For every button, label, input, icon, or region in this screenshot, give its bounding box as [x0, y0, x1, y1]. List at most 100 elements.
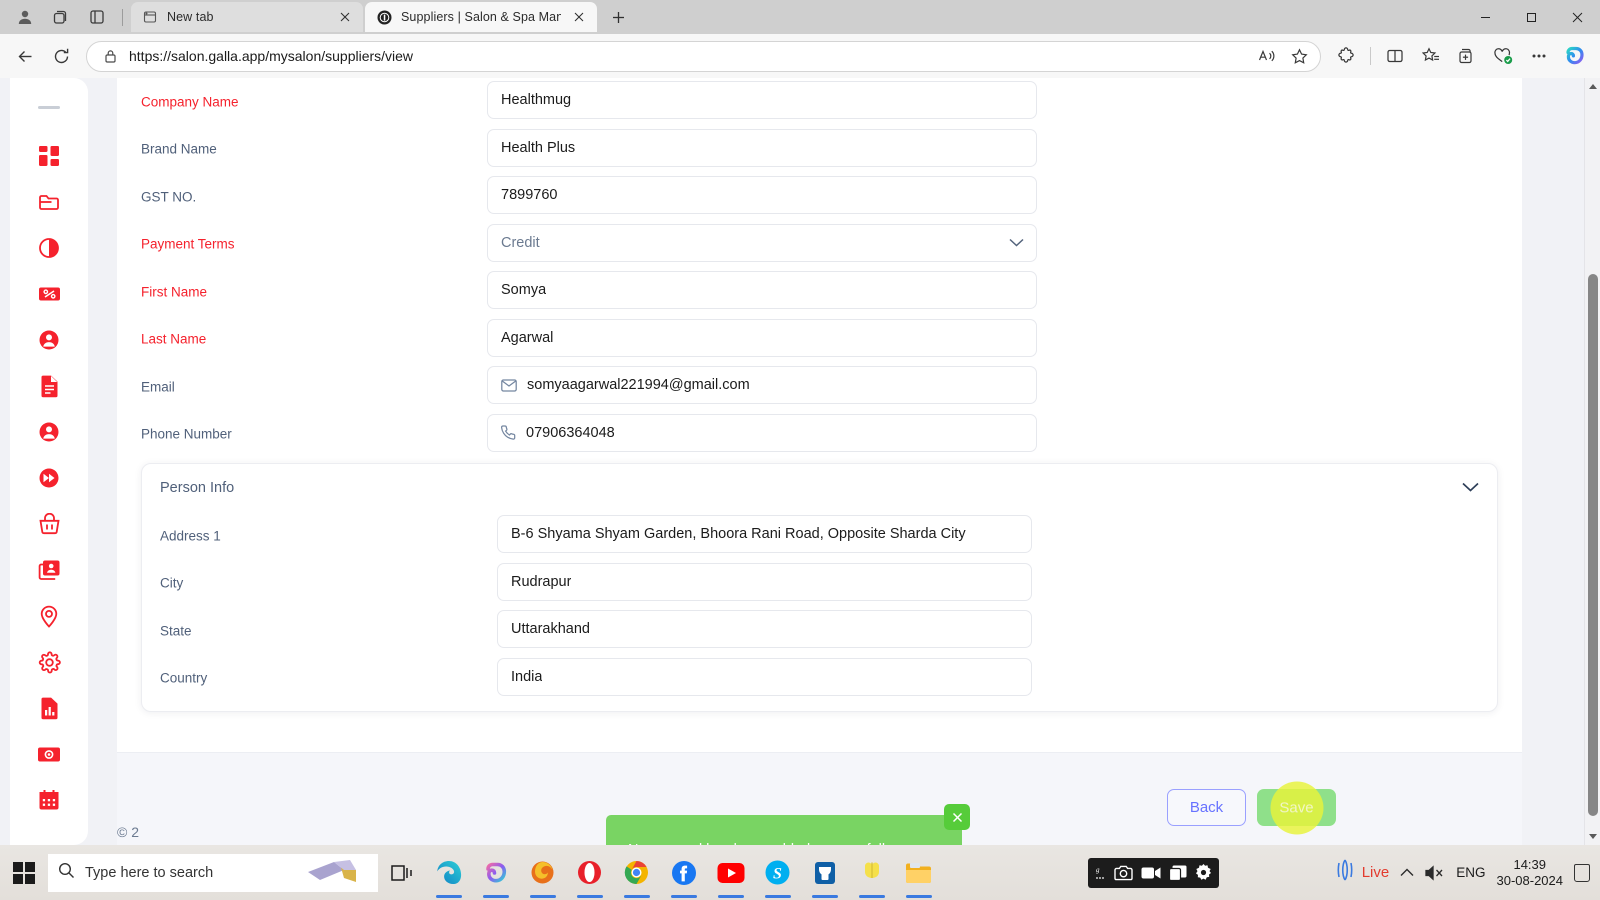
start-button[interactable]: [0, 845, 48, 900]
taskbar-app-opera[interactable]: [566, 845, 613, 900]
split-screen-icon[interactable]: [1378, 39, 1412, 73]
first-name-input[interactable]: Somya: [487, 271, 1037, 309]
volume-muted-icon[interactable]: [1425, 864, 1445, 881]
add-collection-icon[interactable]: [1450, 39, 1484, 73]
browser-tab-newtab[interactable]: New tab: [131, 2, 363, 32]
sidebar-item-fast-forward[interactable]: [26, 455, 72, 501]
profile-icon[interactable]: [8, 2, 42, 32]
sidebar-item-document[interactable]: [26, 363, 72, 409]
brand-name-input[interactable]: Health Plus: [487, 128, 1037, 167]
company-name-input[interactable]: Healthmug: [487, 81, 1037, 119]
toolbar-divider: [1370, 47, 1371, 65]
clock-time: 14:39: [1513, 856, 1547, 872]
windows-taskbar: Type here to search S g Live ENG 14:39 3…: [0, 845, 1600, 900]
folder-icon: [38, 191, 61, 214]
scrollbar-thumb[interactable]: [1588, 274, 1598, 816]
more-settings-icon[interactable]: [1522, 39, 1556, 73]
email-input[interactable]: somyaagarwal221994@gmail.com: [487, 366, 1037, 404]
sidebar-item-cash[interactable]: [26, 731, 72, 777]
sidebar-item-location[interactable]: [26, 593, 72, 639]
field-label: Country: [160, 670, 208, 686]
show-hidden-icons-chevron-icon[interactable]: [1400, 868, 1414, 877]
browser-essentials-icon[interactable]: [1486, 39, 1520, 73]
sidebar-item-basket[interactable]: [26, 501, 72, 547]
country-input[interactable]: India: [497, 657, 1032, 696]
taskbar-app-microsoft-store[interactable]: [801, 845, 848, 900]
taskbar-app-copilot[interactable]: [472, 845, 519, 900]
taskbar-app-youtube[interactable]: [707, 845, 754, 900]
save-button-wrapper: Save Save: [1257, 781, 1336, 834]
input-language-indicator[interactable]: ENG: [1456, 865, 1485, 880]
browser-tab-suppliers[interactable]: Suppliers | Salon & Spa Managem: [365, 2, 597, 32]
chevron-down-icon[interactable]: [1462, 479, 1479, 497]
person-info-header[interactable]: Person Info: [142, 464, 1497, 512]
state-input[interactable]: Uttarakhand: [497, 610, 1032, 648]
task-view-icon[interactable]: [378, 845, 425, 900]
recorder-settings-icon[interactable]: [1195, 864, 1212, 881]
workspaces-icon[interactable]: [44, 2, 78, 32]
minimize-button[interactable]: [1462, 0, 1508, 34]
city-input[interactable]: Rudrapur: [497, 562, 1032, 601]
gst-no-input[interactable]: 7899760: [487, 176, 1037, 214]
sidebar-item-account[interactable]: [26, 409, 72, 455]
scroll-down-arrow-icon[interactable]: [1585, 828, 1600, 845]
taskbar-app-file-explorer[interactable]: [895, 845, 942, 900]
favorite-star-icon[interactable]: [1284, 43, 1314, 70]
tab-actions-icon[interactable]: [80, 2, 114, 32]
url-text: https://salon.galla.app/mysalon/supplier…: [129, 48, 414, 64]
taskbar-app-chrome[interactable]: [613, 845, 660, 900]
maximize-button[interactable]: [1508, 0, 1554, 34]
last-name-input[interactable]: Agarwal: [487, 318, 1037, 357]
reload-button[interactable]: [44, 39, 78, 73]
close-window-button[interactable]: [1554, 0, 1600, 34]
sidebar-item-id-card[interactable]: [26, 547, 72, 593]
address-bar[interactable]: https://salon.galla.app/mysalon/supplier…: [86, 40, 1321, 72]
page-scrollbar[interactable]: [1584, 78, 1600, 845]
taskbar-app-facebook[interactable]: [660, 845, 707, 900]
sidebar-item-settings[interactable]: [26, 639, 72, 685]
app-active-underline: [529, 895, 556, 898]
sidebar-item-reports[interactable]: [26, 685, 72, 731]
extensions-icon[interactable]: [1329, 39, 1363, 73]
screenshot-camera-icon[interactable]: [1114, 865, 1133, 881]
collections-icon[interactable]: [1414, 39, 1448, 73]
supplier-form-card: Company Name Healthmug Brand Name Health…: [117, 78, 1522, 828]
read-aloud-icon[interactable]: [1252, 43, 1282, 70]
field-value: 07906364048: [526, 424, 615, 441]
sidebar-item-contrast[interactable]: [26, 225, 72, 271]
phone-number-input[interactable]: 07906364048: [487, 413, 1037, 452]
taskbar-clock[interactable]: 14:39 30-08-2024: [1497, 857, 1564, 889]
back-button[interactable]: Back: [1167, 789, 1246, 826]
sidebar-item-folder[interactable]: [26, 179, 72, 225]
field-value: Somya: [501, 282, 547, 298]
sidebar-item-dashboard[interactable]: [26, 133, 72, 179]
video-record-icon[interactable]: [1141, 866, 1161, 880]
notification-center-icon[interactable]: [1574, 863, 1590, 882]
taskbar-app-edge[interactable]: [425, 845, 472, 900]
sidebar-item-discount[interactable]: [26, 271, 72, 317]
copilot-icon[interactable]: [1558, 39, 1592, 73]
form-action-buttons: Back Save Save: [1167, 781, 1336, 834]
taskbar-app-skype[interactable]: S: [754, 845, 801, 900]
app-active-underline: [670, 895, 697, 898]
close-icon[interactable]: [336, 8, 354, 26]
taskbar-search-box[interactable]: Type here to search: [48, 853, 378, 892]
scroll-up-arrow-icon[interactable]: [1585, 78, 1600, 95]
new-tab-button[interactable]: [603, 2, 633, 32]
live-indicator[interactable]: Live: [1334, 859, 1389, 886]
taskbar-app-firefox[interactable]: [519, 845, 566, 900]
field-row-state: State Uttarakhand: [142, 607, 1497, 655]
save-button[interactable]: Save: [1257, 789, 1336, 826]
taskbar-app-tulip[interactable]: [848, 845, 895, 900]
address1-input[interactable]: B-6 Shyama Shyam Garden, Bhoora Rani Roa…: [497, 515, 1032, 553]
sidebar-item-user-circle[interactable]: [26, 317, 72, 363]
gear-icon: [38, 650, 61, 674]
window-capture-icon[interactable]: [1169, 865, 1187, 881]
sidebar-collapse-handle[interactable]: [38, 106, 60, 109]
sidebar-item-calendar[interactable]: [26, 777, 72, 823]
back-button[interactable]: [8, 39, 42, 73]
close-icon[interactable]: [570, 8, 588, 26]
toast-close-button[interactable]: [944, 804, 970, 830]
payment-terms-select[interactable]: Credit: [487, 223, 1037, 262]
browser-navigation-bar: https://salon.galla.app/mysalon/supplier…: [0, 34, 1600, 78]
